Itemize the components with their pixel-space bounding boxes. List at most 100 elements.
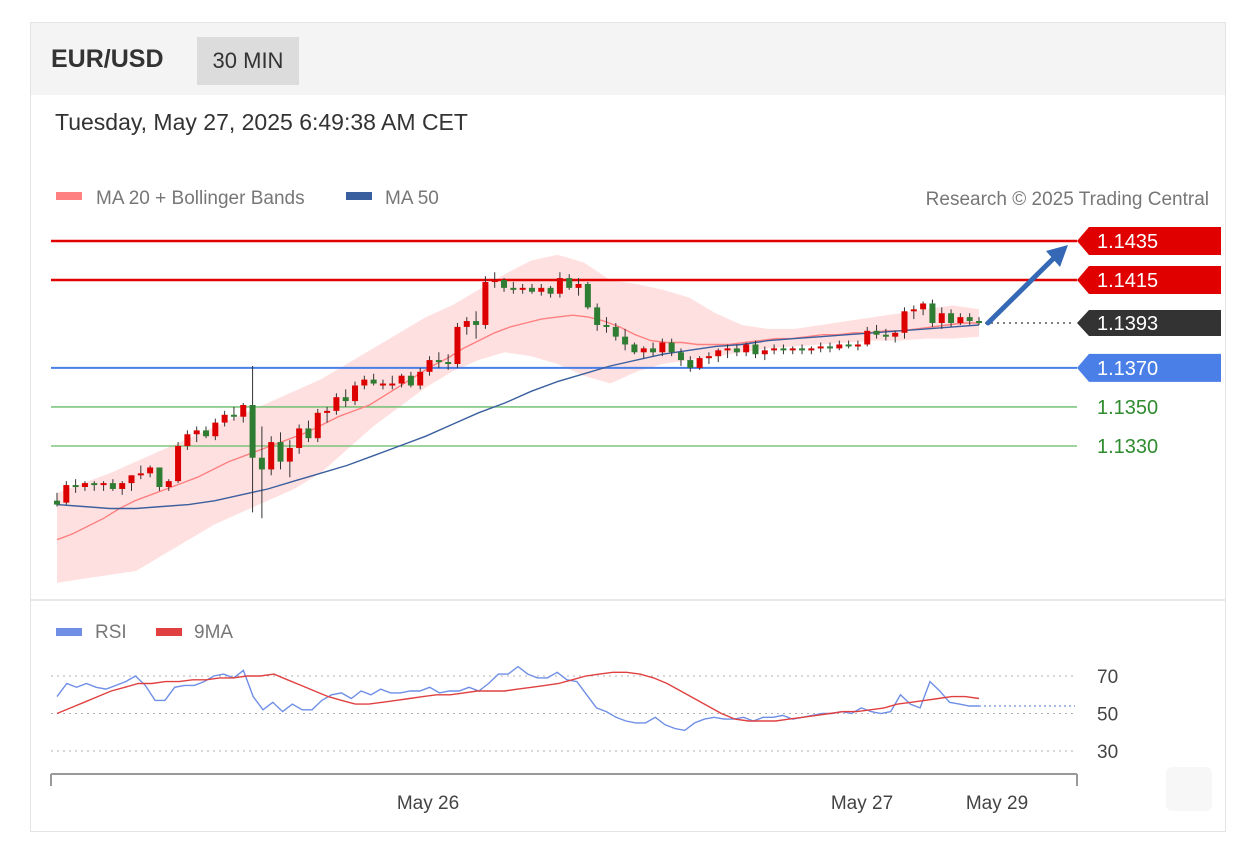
candle-body xyxy=(799,348,806,351)
candle-body xyxy=(808,348,815,351)
candle-body xyxy=(528,287,535,292)
candle-body xyxy=(473,321,480,325)
candle-body xyxy=(249,405,256,458)
ma50-legend-swatch xyxy=(346,192,372,200)
candle-body xyxy=(398,375,405,384)
candle-body xyxy=(54,500,60,505)
candle-body xyxy=(147,467,154,474)
candle-body xyxy=(435,360,442,363)
candle-body xyxy=(389,383,396,386)
candle-body xyxy=(63,485,70,503)
time-axis: May 26 May 27 May 29 xyxy=(50,773,1078,814)
candle-body xyxy=(612,326,619,337)
candle-body xyxy=(789,348,796,351)
candle-body xyxy=(733,348,740,353)
candle-body xyxy=(119,483,126,489)
candle-body xyxy=(659,342,666,353)
candle-body xyxy=(445,362,452,365)
bollinger-bands xyxy=(57,254,979,583)
candle-body xyxy=(826,346,833,349)
candle-body xyxy=(426,360,433,372)
candle-body xyxy=(221,414,228,423)
candle-body xyxy=(296,428,303,448)
support-level-label: 1.1330 xyxy=(1097,436,1158,458)
candle-body xyxy=(584,283,591,308)
candle-body xyxy=(137,473,144,476)
target-arrow-shaft xyxy=(985,251,1061,326)
candle-body xyxy=(519,287,526,290)
candle xyxy=(482,276,489,329)
candle-body xyxy=(463,321,470,327)
candle-body xyxy=(324,410,331,413)
rsi-legend-swatch xyxy=(56,628,82,636)
candle-body xyxy=(603,324,610,327)
candle-body xyxy=(184,434,191,446)
candle-body xyxy=(538,287,545,292)
candle xyxy=(314,408,321,443)
candle xyxy=(826,342,833,353)
target-arrow xyxy=(985,245,1068,326)
rsi-tick-label: 30 xyxy=(1097,742,1118,763)
candle-body xyxy=(305,428,312,439)
rsi-tick-label: 50 xyxy=(1097,705,1118,726)
candle-body xyxy=(622,336,629,345)
candle-body xyxy=(342,397,349,402)
candle-body xyxy=(752,344,759,355)
candle-body xyxy=(407,375,414,386)
candle-body xyxy=(203,430,210,437)
candle-body xyxy=(650,348,657,353)
candle xyxy=(854,340,861,351)
candle-body xyxy=(100,483,107,486)
candle-body xyxy=(929,303,936,323)
candle-body xyxy=(892,332,899,337)
candle xyxy=(454,323,461,368)
candle-body xyxy=(575,283,582,288)
price-level-tags: 1.1435 1.1415 1.1393 1.1370 1.1350 1.1330 xyxy=(1077,227,1221,458)
candle-body xyxy=(631,344,638,353)
candle-body xyxy=(677,352,684,361)
candle-body xyxy=(901,311,908,333)
candle-body xyxy=(556,278,563,294)
support-level-label: 1.1350 xyxy=(1097,397,1158,419)
candle xyxy=(743,342,750,357)
candle-body xyxy=(268,442,275,470)
candle-body xyxy=(715,350,722,357)
candle-body xyxy=(910,309,917,312)
candle xyxy=(268,436,275,476)
resistance-level-label: 1.1415 xyxy=(1097,270,1158,292)
candle-body xyxy=(854,344,861,347)
candle-body xyxy=(258,457,265,470)
candle xyxy=(808,346,815,355)
candle-body xyxy=(780,348,787,351)
candle-body xyxy=(976,321,982,324)
candle-body xyxy=(240,405,247,417)
rsi-ma-legend-label: 9MA xyxy=(194,622,233,643)
ma20-legend-label: MA 20 + Bollinger Bands xyxy=(96,188,305,209)
candle-body xyxy=(361,379,368,386)
candle xyxy=(175,442,182,484)
candle-body xyxy=(938,313,945,323)
bollinger-band-area xyxy=(57,254,979,583)
candle-body xyxy=(72,485,79,488)
candle-body xyxy=(510,287,517,290)
candle-body xyxy=(379,383,386,386)
candle-body xyxy=(156,467,163,487)
candle-body xyxy=(705,356,712,359)
candle-body xyxy=(882,334,889,337)
time-axis-label: May 27 xyxy=(831,793,893,814)
candle-body xyxy=(175,446,182,482)
candle-body xyxy=(454,326,461,364)
candle-body xyxy=(687,360,694,368)
candle-body xyxy=(920,303,927,310)
candle-body xyxy=(212,422,219,437)
candle-body xyxy=(594,307,601,325)
candle-body xyxy=(668,342,675,353)
candle-body xyxy=(482,282,489,325)
candle-body xyxy=(333,397,340,411)
time-axis-label: May 29 xyxy=(966,793,1028,814)
rsi-legend-label: RSI xyxy=(95,622,127,643)
candle-body xyxy=(128,475,135,484)
candle xyxy=(584,282,591,310)
last-price-label: 1.1393 xyxy=(1097,313,1158,335)
candle-body xyxy=(109,483,116,489)
